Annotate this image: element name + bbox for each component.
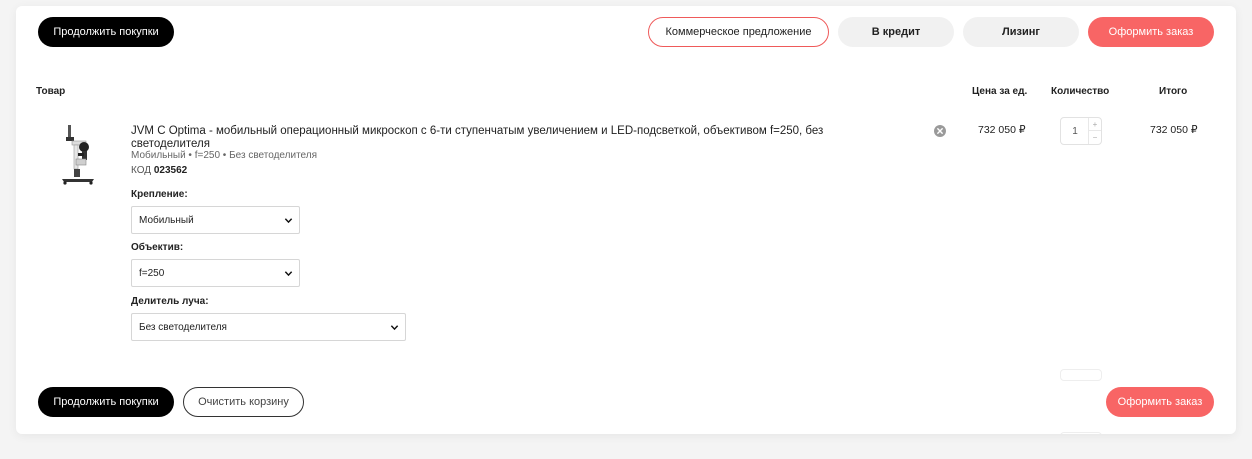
quantity-arrows: + − [1088, 118, 1101, 144]
header-unit-price: Цена за ед. [972, 86, 1028, 97]
product-title[interactable]: JVM C Optima - мобильный операционный ми… [131, 125, 901, 151]
checkout-button-bottom[interactable]: Оформить заказ [1106, 387, 1214, 417]
remove-item-icon[interactable] [934, 125, 946, 137]
quantity-stepper-partial [1060, 369, 1102, 381]
product-variant: Мобильный • f=250 • Без светоделителя [131, 150, 318, 161]
quantity-stepper[interactable]: 1 + − [1060, 117, 1102, 145]
continue-shopping-button-top[interactable]: Продолжить покупки [38, 17, 174, 47]
beam-splitter-select[interactable]: Без светоделителя [131, 313, 406, 341]
checkout-button-top[interactable]: Оформить заказ [1088, 17, 1214, 47]
unit-price: 732 050 ₽ [978, 124, 1026, 136]
quantity-stepper-partial [1060, 432, 1102, 434]
credit-button[interactable]: В кредит [838, 17, 954, 47]
microscope-icon[interactable] [56, 123, 100, 185]
clear-cart-button[interactable]: Очистить корзину [183, 387, 304, 417]
leasing-button[interactable]: Лизинг [963, 17, 1079, 47]
option-label-objective: Объектив: [131, 242, 184, 253]
product-code-label: КОД [131, 165, 152, 176]
mount-select-value: Мобильный [139, 214, 194, 226]
chevron-down-icon [284, 271, 293, 277]
beam-splitter-select-value: Без светоделителя [139, 321, 227, 333]
chevron-down-icon [390, 325, 399, 331]
header-quantity: Количество [1051, 86, 1110, 97]
decrement-icon[interactable]: − [1089, 131, 1101, 144]
chevron-down-icon [284, 218, 293, 224]
objective-select[interactable]: f=250 [131, 259, 300, 287]
line-total: 732 050 ₽ [1150, 124, 1198, 136]
product-code-value: 023562 [153, 165, 188, 176]
quantity-value[interactable]: 1 [1061, 118, 1089, 144]
increment-icon[interactable]: + [1089, 118, 1101, 131]
option-label-mount: Крепление: [131, 189, 188, 200]
commercial-offer-button[interactable]: Коммерческое предложение [648, 17, 829, 47]
objective-select-value: f=250 [139, 267, 165, 279]
mount-select[interactable]: Мобильный [131, 206, 300, 234]
product-code: КОД 023562 [131, 165, 187, 176]
header-product: Товар [36, 86, 66, 97]
header-total: Итого [1159, 86, 1188, 97]
cart-panel: Продолжить покупки Коммерческое предложе… [16, 6, 1236, 434]
continue-shopping-button-bottom[interactable]: Продолжить покупки [38, 387, 174, 417]
option-label-beam-splitter: Делитель луча: [131, 296, 209, 307]
